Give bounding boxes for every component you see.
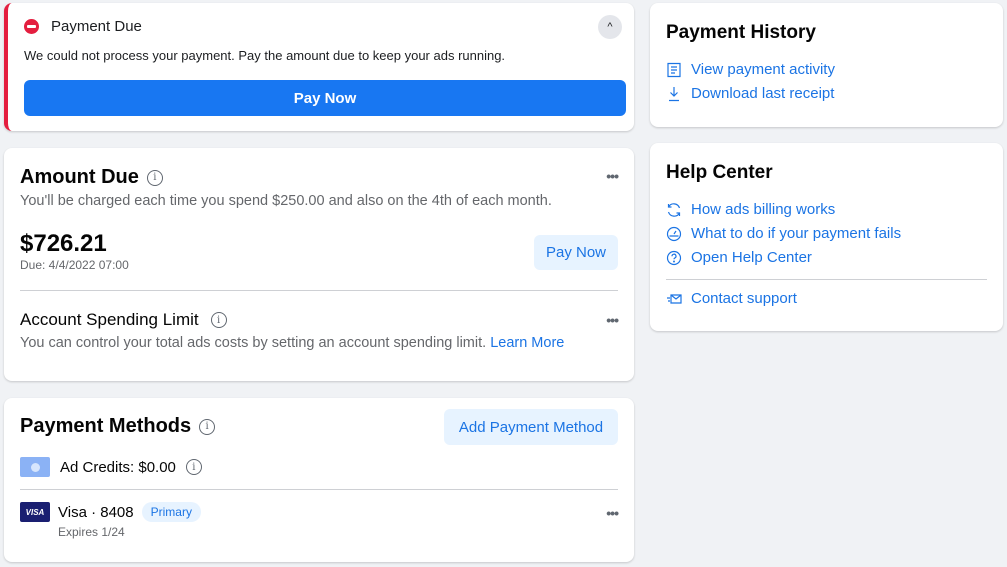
divider bbox=[20, 489, 618, 490]
amount-value: $726.21 bbox=[20, 230, 107, 257]
learn-more-link[interactable]: Learn More bbox=[490, 335, 564, 351]
divider bbox=[666, 279, 987, 280]
refresh-icon bbox=[667, 202, 681, 217]
pay-now-secondary-button[interactable]: Pay Now bbox=[534, 235, 618, 270]
open-help-center-link[interactable]: Open Help Center bbox=[666, 249, 812, 266]
alert-title: Payment Due bbox=[51, 18, 142, 35]
contact-support-label: Contact support bbox=[691, 290, 797, 307]
how-ads-billing-works-label: How ads billing works bbox=[691, 201, 836, 218]
payment-fails-link[interactable]: What to do if your payment fails bbox=[666, 225, 901, 242]
collapse-button[interactable]: ^ bbox=[598, 15, 622, 39]
info-icon[interactable]: i bbox=[146, 169, 163, 186]
help-center-title: Help Center bbox=[666, 162, 773, 183]
spending-limit-text: You can control your total ads costs by … bbox=[20, 335, 487, 351]
amount-due-description: You'll be charged each time you spend $2… bbox=[20, 193, 552, 209]
amount-due-card: Amount Due i ••• You'll be charged each … bbox=[4, 148, 634, 381]
chevron-up-icon: ^ bbox=[607, 21, 613, 33]
download-last-receipt-link[interactable]: Download last receipt bbox=[666, 85, 834, 102]
amount-due-heading: Amount Due i bbox=[20, 166, 163, 189]
info-icon[interactable]: i bbox=[210, 312, 227, 328]
card-row: VISA Visa · 8408 Primary bbox=[20, 502, 201, 522]
payment-history-card: Payment History View payment activity Do… bbox=[650, 3, 1003, 127]
info-icon[interactable]: i bbox=[199, 418, 216, 435]
info-icon[interactable]: i bbox=[185, 459, 202, 475]
ad-credits-row: Ad Credits: $0.00 i bbox=[20, 457, 202, 477]
payment-due-alert: Payment Due ^ We could not process your … bbox=[4, 3, 634, 131]
amount-due-title: Amount Due bbox=[20, 166, 139, 188]
payment-methods-heading: Payment Methods i bbox=[20, 415, 216, 438]
spending-limit-description: You can control your total ads costs by … bbox=[20, 335, 564, 351]
primary-badge: Primary bbox=[141, 502, 201, 522]
divider bbox=[20, 290, 618, 291]
open-help-center-label: Open Help Center bbox=[691, 249, 812, 266]
contact-support-link[interactable]: Contact support bbox=[666, 290, 797, 307]
card-expiry: Expires 1/24 bbox=[58, 525, 125, 539]
more-options-icon[interactable]: ••• bbox=[606, 505, 619, 521]
stop-icon bbox=[24, 19, 39, 34]
view-payment-activity-link[interactable]: View payment activity bbox=[666, 61, 835, 78]
question-icon bbox=[666, 250, 682, 265]
view-payment-activity-label: View payment activity bbox=[691, 61, 835, 78]
more-options-icon[interactable]: ••• bbox=[606, 168, 619, 184]
download-last-receipt-label: Download last receipt bbox=[691, 85, 835, 102]
download-icon bbox=[669, 86, 679, 101]
add-payment-method-button[interactable]: Add Payment Method bbox=[444, 409, 618, 445]
visa-icon: VISA bbox=[20, 502, 50, 522]
gauge-icon bbox=[666, 226, 682, 241]
spending-limit-title: Account Spending Limit bbox=[20, 310, 199, 329]
payment-methods-card: Payment Methods i Add Payment Method Ad … bbox=[4, 398, 634, 562]
card-name: Visa · 8408 bbox=[58, 503, 134, 521]
ad-credits-label: Ad Credits: $0.00 bbox=[60, 458, 176, 476]
payment-fails-label: What to do if your payment fails bbox=[691, 225, 902, 242]
receipt-icon bbox=[667, 62, 681, 77]
ad-credit-icon bbox=[20, 457, 50, 477]
alert-message: We could not process your payment. Pay t… bbox=[24, 48, 506, 63]
due-date: Due: 4/4/2022 07:00 bbox=[20, 258, 129, 272]
how-ads-billing-works-link[interactable]: How ads billing works bbox=[666, 201, 835, 218]
pay-now-button[interactable]: Pay Now bbox=[24, 80, 626, 116]
spending-limit-heading: Account Spending Limit i bbox=[20, 310, 227, 330]
alert-header: Payment Due bbox=[24, 18, 142, 35]
help-center-card: Help Center How ads billing works What t… bbox=[650, 143, 1003, 331]
envelope-icon bbox=[667, 293, 682, 304]
payment-methods-title: Payment Methods bbox=[20, 415, 192, 437]
more-options-icon[interactable]: ••• bbox=[606, 312, 619, 328]
payment-history-title: Payment History bbox=[666, 22, 816, 43]
